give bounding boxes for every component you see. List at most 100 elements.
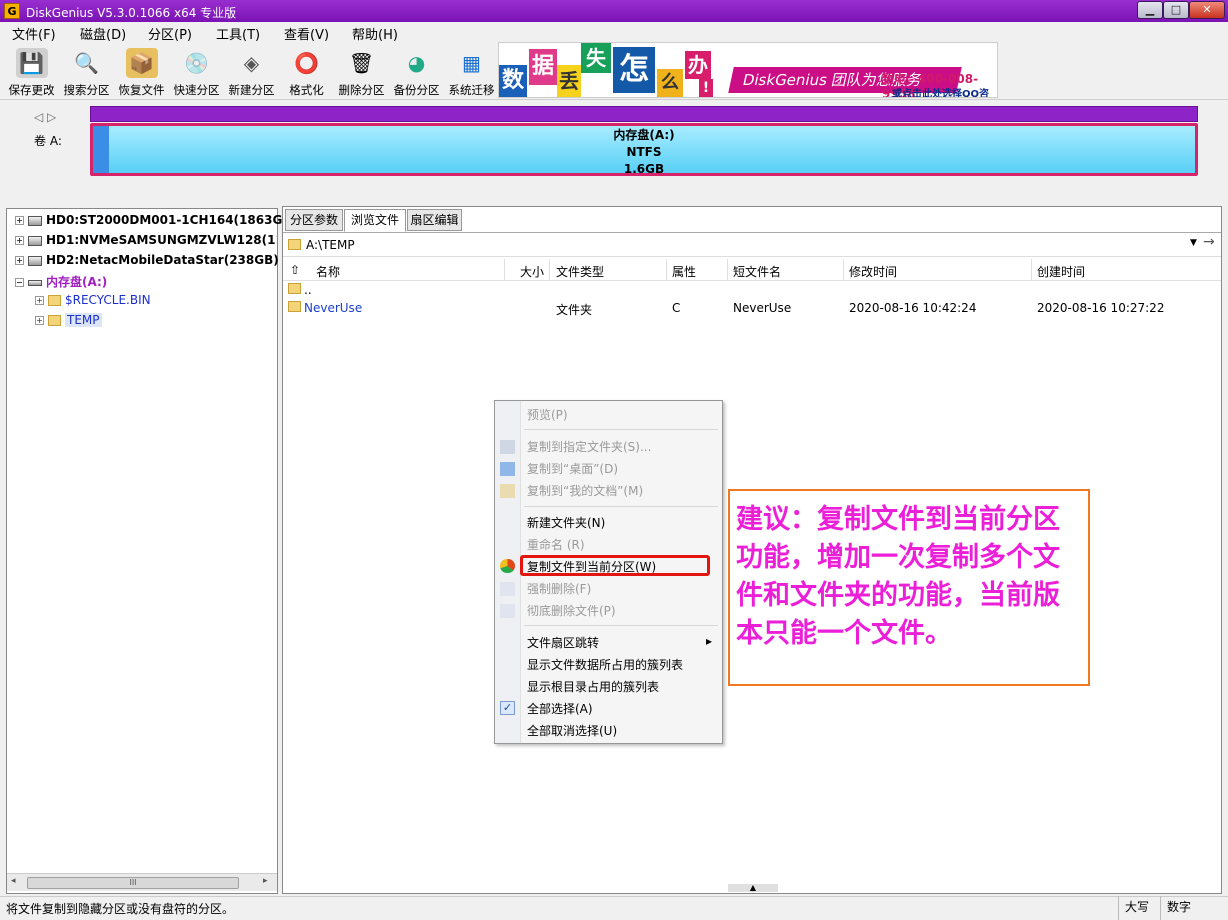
menu-item-show-cluster-list[interactable]: 显示文件数据所占用的簇列表: [527, 656, 683, 673]
menu-item-preview[interactable]: 预览(P): [527, 406, 568, 423]
col-name[interactable]: 名称: [316, 263, 340, 280]
menu-partition[interactable]: 分区(P): [148, 24, 192, 43]
menu-item-rename[interactable]: 重命名 (R): [527, 536, 585, 553]
tree-disk-hd0[interactable]: + HD0:ST2000DM001-1CH164(1863GB): [15, 213, 297, 227]
path-dropdown-icon[interactable]: ▼: [1190, 238, 1197, 248]
col-attributes[interactable]: 属性: [672, 263, 696, 280]
col-created-time[interactable]: 创建时间: [1037, 263, 1085, 280]
tab-partition-params[interactable]: 分区参数: [285, 209, 343, 231]
file-short-name: NeverUse: [733, 301, 792, 315]
status-message: 将文件复制到隐藏分区或没有盘符的分区。: [6, 902, 235, 916]
new-partition-button[interactable]: ◈ 新建分区: [224, 48, 279, 100]
save-changes-button[interactable]: 💾 保存更改: [4, 48, 59, 100]
menu-item-deselect-all[interactable]: 全部取消选择(U): [527, 722, 617, 739]
collapse-icon[interactable]: −: [15, 278, 24, 287]
banner-tile: 据: [529, 49, 557, 85]
disk-tree-panel: + HD0:ST2000DM001-1CH164(1863GB) + HD1:NVM…: [6, 208, 297, 894]
tree-folder-recycle-bin[interactable]: + $RECYCLE.BIN: [35, 293, 151, 307]
backup-partition-button[interactable]: ◕ 备份分区: [389, 48, 444, 100]
format-button[interactable]: ⭕ 格式化: [279, 48, 334, 100]
path-input[interactable]: A:\TEMP: [306, 238, 355, 252]
menu-item-select-all[interactable]: 全部选择(A): [527, 700, 593, 717]
menu-tools[interactable]: 工具(T): [216, 24, 260, 43]
expand-icon[interactable]: +: [15, 216, 24, 225]
menu-item-copy-to-desktop[interactable]: 复制到“桌面”(D): [527, 460, 618, 477]
maximize-button[interactable]: □: [1163, 1, 1189, 19]
expand-icon[interactable]: +: [35, 296, 44, 305]
tab-browse-files[interactable]: 浏览文件: [344, 209, 406, 232]
up-directory-icon[interactable]: ⇧: [290, 263, 300, 277]
banner-tile: !: [699, 79, 713, 97]
recover-files-button[interactable]: 📦 恢复文件: [114, 48, 169, 100]
banner-tile: 失: [581, 43, 611, 73]
window-title: DiskGenius V5.3.0.1066 x64 专业版: [26, 6, 237, 20]
col-divider[interactable]: [666, 259, 667, 281]
banner-tile: 办: [685, 51, 711, 79]
expand-icon[interactable]: +: [15, 256, 24, 265]
file-ctime: 2020-08-16 10:27:22: [1037, 301, 1165, 315]
menu-item-wipe-delete[interactable]: 彻底删除文件(P): [527, 602, 616, 619]
col-type[interactable]: 文件类型: [556, 263, 604, 280]
menu-item-sector-jump[interactable]: 文件扇区跳转: [527, 634, 599, 651]
magnifier-icon: 🔍: [74, 51, 99, 75]
tree-horizontal-scrollbar[interactable]: ◂ III ▸: [7, 873, 277, 891]
go-arrow-icon[interactable]: →: [1203, 234, 1215, 250]
menu-item-copy-to-folder[interactable]: 复制到指定文件夹(S)...: [527, 438, 651, 455]
folder-icon: [48, 295, 61, 306]
col-divider[interactable]: [1031, 259, 1032, 281]
search-partition-button[interactable]: 🔍 搜索分区: [59, 48, 114, 100]
menu-item-force-delete[interactable]: 强制删除(F): [527, 580, 591, 597]
highlight-annotation: [520, 555, 710, 576]
disk-bar[interactable]: [90, 106, 1198, 122]
menu-item-new-folder[interactable]: 新建文件夹(N): [527, 514, 605, 531]
col-divider[interactable]: [843, 259, 844, 281]
tree-disk-hd2[interactable]: + HD2:NetacMobileDataStar(238GB): [15, 253, 279, 267]
path-bar[interactable]: [283, 232, 1221, 257]
copy-to-partition-icon: [500, 559, 515, 573]
ad-banner[interactable]: 数 据 丢 失 怎 么 办 ! DiskGenius 团队为您服务 致电：400…: [498, 42, 998, 98]
menu-file[interactable]: 文件(F): [12, 24, 56, 43]
col-modified-time[interactable]: 修改时间: [849, 263, 897, 280]
menu-disk[interactable]: 磁盘(D): [80, 24, 126, 43]
menu-view[interactable]: 查看(V): [284, 24, 329, 43]
desktop-icon: [500, 462, 515, 476]
col-size[interactable]: 大小: [520, 263, 544, 280]
close-button[interactable]: ✕: [1189, 1, 1225, 19]
file-name: ..: [304, 283, 312, 297]
expand-icon[interactable]: +: [15, 236, 24, 245]
expand-icon[interactable]: +: [35, 316, 44, 325]
partition-block[interactable]: 内存盘(A:) NTFS 1.6GB: [90, 123, 1198, 176]
app-logo-icon: G: [4, 3, 20, 19]
banner-tile: 数: [499, 65, 527, 97]
banner-qq-link[interactable]: 或点击此处选择QQ咨询: [892, 85, 997, 97]
lifebuoy-icon: ⭕: [294, 51, 319, 75]
col-short-name[interactable]: 短文件名: [733, 263, 781, 280]
menu-item-copy-to-documents[interactable]: 复制到“我的文档”(M): [527, 482, 643, 499]
tree-ramdisk[interactable]: − 内存盘(A:): [15, 273, 107, 290]
tab-sector-editor[interactable]: 扇区编辑: [407, 209, 462, 231]
volume-nav-arrows[interactable]: ◁ ▷: [34, 110, 56, 124]
scroll-right-icon[interactable]: ▸: [263, 876, 268, 886]
menu-help[interactable]: 帮助(H): [352, 24, 398, 43]
windows-icon: ▦: [462, 51, 481, 75]
folder-icon: [48, 315, 61, 326]
hard-disk-icon: [28, 215, 42, 226]
col-divider[interactable]: [549, 259, 550, 281]
file-type: 文件夹: [556, 303, 593, 317]
quick-partition-button[interactable]: 💿 快速分区: [169, 48, 224, 100]
delete-partition-button[interactable]: 🗑 删除分区: [334, 48, 389, 100]
folder-icon: [288, 239, 301, 250]
tree-folder-temp[interactable]: + TEMP: [35, 313, 102, 327]
tree-disk-hd1[interactable]: +HD1:NVMeSAMSUNGMZVLW128(119GB): [15, 233, 277, 247]
system-migration-button[interactable]: ▦ 系统迁移: [444, 48, 499, 100]
col-divider[interactable]: [727, 259, 728, 281]
panel-splitter-handle[interactable]: ▲: [728, 884, 778, 892]
minimize-button[interactable]: ▁: [1137, 1, 1163, 19]
table-row[interactable]: NeverUse 文件夹 C NeverUse 2020-08-16 10:42…: [283, 297, 1221, 319]
scroll-thumb[interactable]: III: [27, 877, 239, 889]
partition-used-segment: [93, 126, 109, 173]
copy-to-folder-icon: [500, 440, 515, 454]
menu-item-show-root-cluster-list[interactable]: 显示根目录占用的簇列表: [527, 678, 659, 695]
col-divider[interactable]: [504, 259, 505, 281]
scroll-left-icon[interactable]: ◂: [11, 876, 16, 886]
